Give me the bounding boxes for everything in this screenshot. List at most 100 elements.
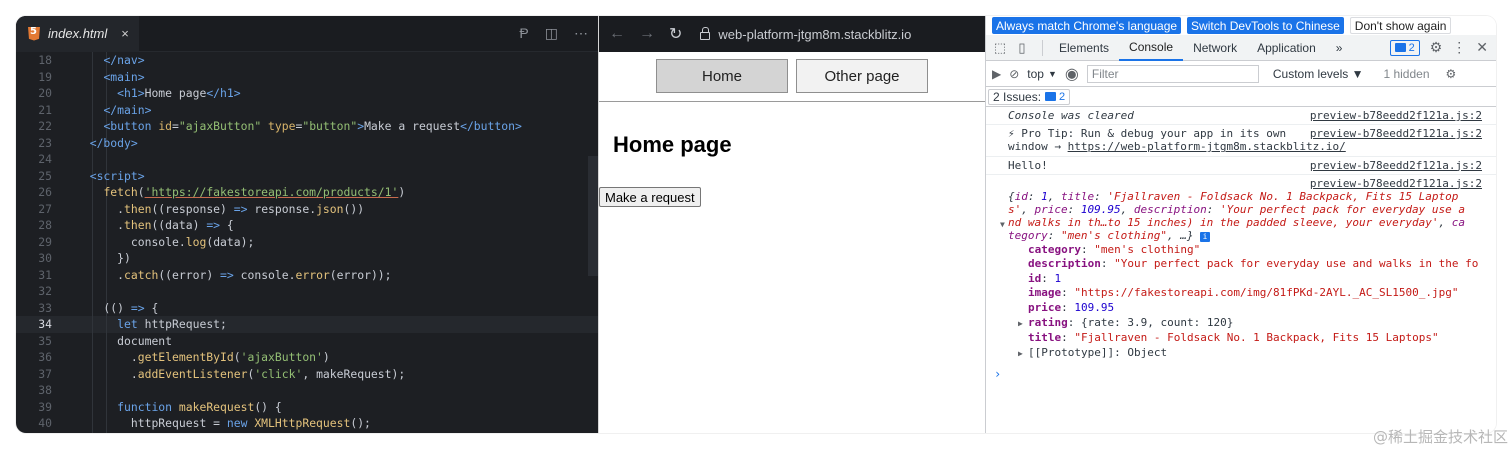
line-number: 30 — [38, 251, 52, 265]
code-line[interactable]: 34 let httpRequest; — [16, 316, 598, 333]
editor-scrollbar[interactable] — [588, 156, 598, 276]
dont-show-again-button[interactable]: Don't show again — [1349, 17, 1452, 34]
tab-application[interactable]: Application — [1247, 35, 1326, 61]
editor-tab-index-html[interactable]: index.html × — [16, 16, 139, 52]
issues-chip[interactable]: 2 Issues: 2 — [988, 88, 1071, 105]
property-key: image — [1028, 286, 1062, 300]
line-number: 24 — [38, 152, 52, 166]
line-number: 35 — [38, 333, 52, 348]
code-line[interactable]: 23 </body> — [16, 135, 598, 152]
kebab-menu-icon[interactable]: ⋮ — [1452, 39, 1466, 56]
site-nav: Home Other page — [599, 52, 985, 102]
line-number: 28 — [38, 218, 52, 232]
code-line[interactable]: 25 <script> — [16, 168, 598, 185]
hidden-count: 1 hidden — [1383, 66, 1430, 81]
issues-badge[interactable]: 2 — [1389, 39, 1420, 56]
line-number: 26 — [38, 185, 52, 199]
code-line[interactable]: 21 </main> — [16, 102, 598, 119]
code-line[interactable]: 24 — [16, 151, 598, 168]
console-message: ⚡ Pro Tip: Run & debug your app in its o… — [986, 125, 1496, 157]
gear-icon[interactable]: ⚙ — [1430, 39, 1443, 56]
code-line[interactable]: 22 <button id="ajaxButton" type="button"… — [16, 118, 598, 135]
nav-other-page-button[interactable]: Other page — [796, 59, 928, 93]
inspect-element-icon[interactable]: ⬚ — [992, 40, 1008, 56]
source-link[interactable]: preview-b78eedd2f121a.js:2 — [1310, 127, 1482, 140]
code-line[interactable]: 38 — [16, 382, 598, 399]
console-message: Hello! preview-b78eedd2f121a.js:2 — [986, 157, 1496, 175]
device-toolbar-icon[interactable]: ▯ — [1014, 40, 1030, 56]
source-link[interactable]: preview-b78eedd2f121a.js:2 — [1310, 109, 1482, 122]
forward-arrow-icon[interactable]: → — [639, 25, 655, 43]
expand-triangle-icon[interactable]: ▶ — [1018, 347, 1026, 362]
line-number: 27 — [38, 201, 52, 216]
console-output: Console was cleared preview-b78eedd2f121… — [986, 107, 1496, 381]
code-line[interactable]: 20 <h1>Home page</h1> — [16, 85, 598, 102]
code-area[interactable]: 18 </nav> 19 <main> 20 <h1>Home page</h1> 2… — [16, 52, 598, 433]
source-link[interactable]: preview-b78eedd2f121a.js:2 — [1310, 177, 1482, 190]
eye-icon[interactable]: ◉ — [1065, 64, 1079, 84]
property-key: category — [1028, 242, 1081, 256]
code-line[interactable]: 27 .then((response) => response.json()) — [16, 201, 598, 218]
code-line[interactable]: 29 console.log(data); — [16, 234, 598, 251]
line-number: 29 — [38, 234, 52, 249]
code-line[interactable]: 31 .catch((error) => console.error(error… — [16, 267, 598, 284]
code-line[interactable]: 39 function makeRequest() { — [16, 399, 598, 416]
code-line[interactable]: 32 — [16, 283, 598, 300]
object-property[interactable]: ▶ rating: {rate: 3.9, count: 120} — [1008, 316, 1488, 332]
tab-network[interactable]: Network — [1183, 35, 1247, 61]
code-line[interactable]: 35 document — [16, 333, 598, 350]
code-line[interactable]: 26 fetch('https://fakestoreapi.com/produ… — [16, 184, 598, 201]
split-view-icon[interactable]: ◫ — [545, 25, 558, 42]
back-arrow-icon[interactable]: ← — [609, 25, 625, 43]
more-tabs-icon[interactable]: » — [1326, 35, 1353, 61]
expand-triangle-icon[interactable]: ▼ — [1000, 218, 1008, 231]
context-selector[interactable]: top ▼ — [1027, 67, 1057, 81]
expand-triangle-icon[interactable]: ▶ — [1018, 317, 1026, 332]
devtools-panel: Always match Chrome's language Switch De… — [985, 16, 1496, 433]
code-text: <script> — [89, 168, 145, 183]
switch-language-button[interactable]: Switch DevTools to Chinese — [1187, 17, 1344, 34]
object-property[interactable]: ▶ [[Prototype]]: Object — [1008, 346, 1488, 362]
preview-url[interactable]: web-platform-jtgm8m.stackblitz.io — [700, 26, 911, 42]
tab-console[interactable]: Console — [1119, 35, 1184, 61]
pro-tip-link[interactable]: https://web-platform-jtgm8m.stackblitz.i… — [1068, 140, 1346, 153]
watermark: @稀土掘金技术社区 — [1372, 428, 1508, 446]
filter-input[interactable]: Filter — [1086, 64, 1259, 83]
close-icon[interactable]: ✕ — [1476, 39, 1488, 56]
close-icon[interactable]: × — [121, 26, 129, 41]
line-number: 32 — [38, 284, 52, 298]
code-line[interactable]: 30 }) — [16, 250, 598, 267]
code-line[interactable]: 28 .then((data) => { — [16, 217, 598, 234]
code-text: <button id="ajaxButton" type="button">Ma… — [103, 119, 522, 133]
clear-console-icon[interactable]: ⊘ — [1009, 67, 1019, 81]
object-preview[interactable]: ▼ {id: 1, title: 'Fjallraven - Foldsack N… — [1000, 190, 1488, 243]
gear-icon[interactable]: ⚙ — [1446, 67, 1457, 81]
code-text: }) — [76, 251, 131, 265]
line-number: 37 — [38, 366, 52, 381]
reload-icon[interactable]: ↻ — [669, 24, 682, 44]
make-request-button[interactable]: Make a request — [599, 187, 701, 207]
more-icon[interactable]: ⋯ — [574, 25, 588, 42]
console-prompt[interactable]: › — [986, 367, 1496, 381]
levels-dropdown[interactable]: Custom levels ▼ — [1273, 67, 1364, 81]
hello-text: Hello! — [1008, 158, 1048, 172]
code-line[interactable]: 37 .addEventListener('click', makeReques… — [16, 366, 598, 383]
nav-home-button[interactable]: Home — [656, 59, 788, 93]
page-heading: Home page — [613, 132, 732, 157]
sidebar-toggle-icon[interactable]: ▶ — [992, 67, 1001, 81]
code-line[interactable]: 18 </nav> — [16, 52, 598, 69]
code-text: </main> — [103, 102, 152, 117]
object-properties: category: "men's clothing" description: "… — [1008, 243, 1488, 362]
code-line[interactable]: 33 (() => { — [16, 300, 598, 317]
source-link[interactable]: preview-b78eedd2f121a.js:2 — [1310, 159, 1482, 172]
issues-count-badge: 2 — [1045, 90, 1065, 103]
tab-elements[interactable]: Elements — [1049, 35, 1119, 61]
prettier-icon[interactable]: Ᵽ — [519, 25, 528, 42]
code-line[interactable]: 19 <main> — [16, 69, 598, 86]
match-language-button[interactable]: Always match Chrome's language — [992, 17, 1182, 34]
devtools-tab-bar: ⬚ ▯ Elements Console Network Application… — [986, 35, 1496, 61]
code-line[interactable]: 36 .getElementById('ajaxButton') — [16, 349, 598, 366]
code-line[interactable]: 40 httpRequest = new XMLHttpRequest(); — [16, 415, 598, 432]
issues-bar: 2 Issues: 2 — [986, 87, 1496, 107]
